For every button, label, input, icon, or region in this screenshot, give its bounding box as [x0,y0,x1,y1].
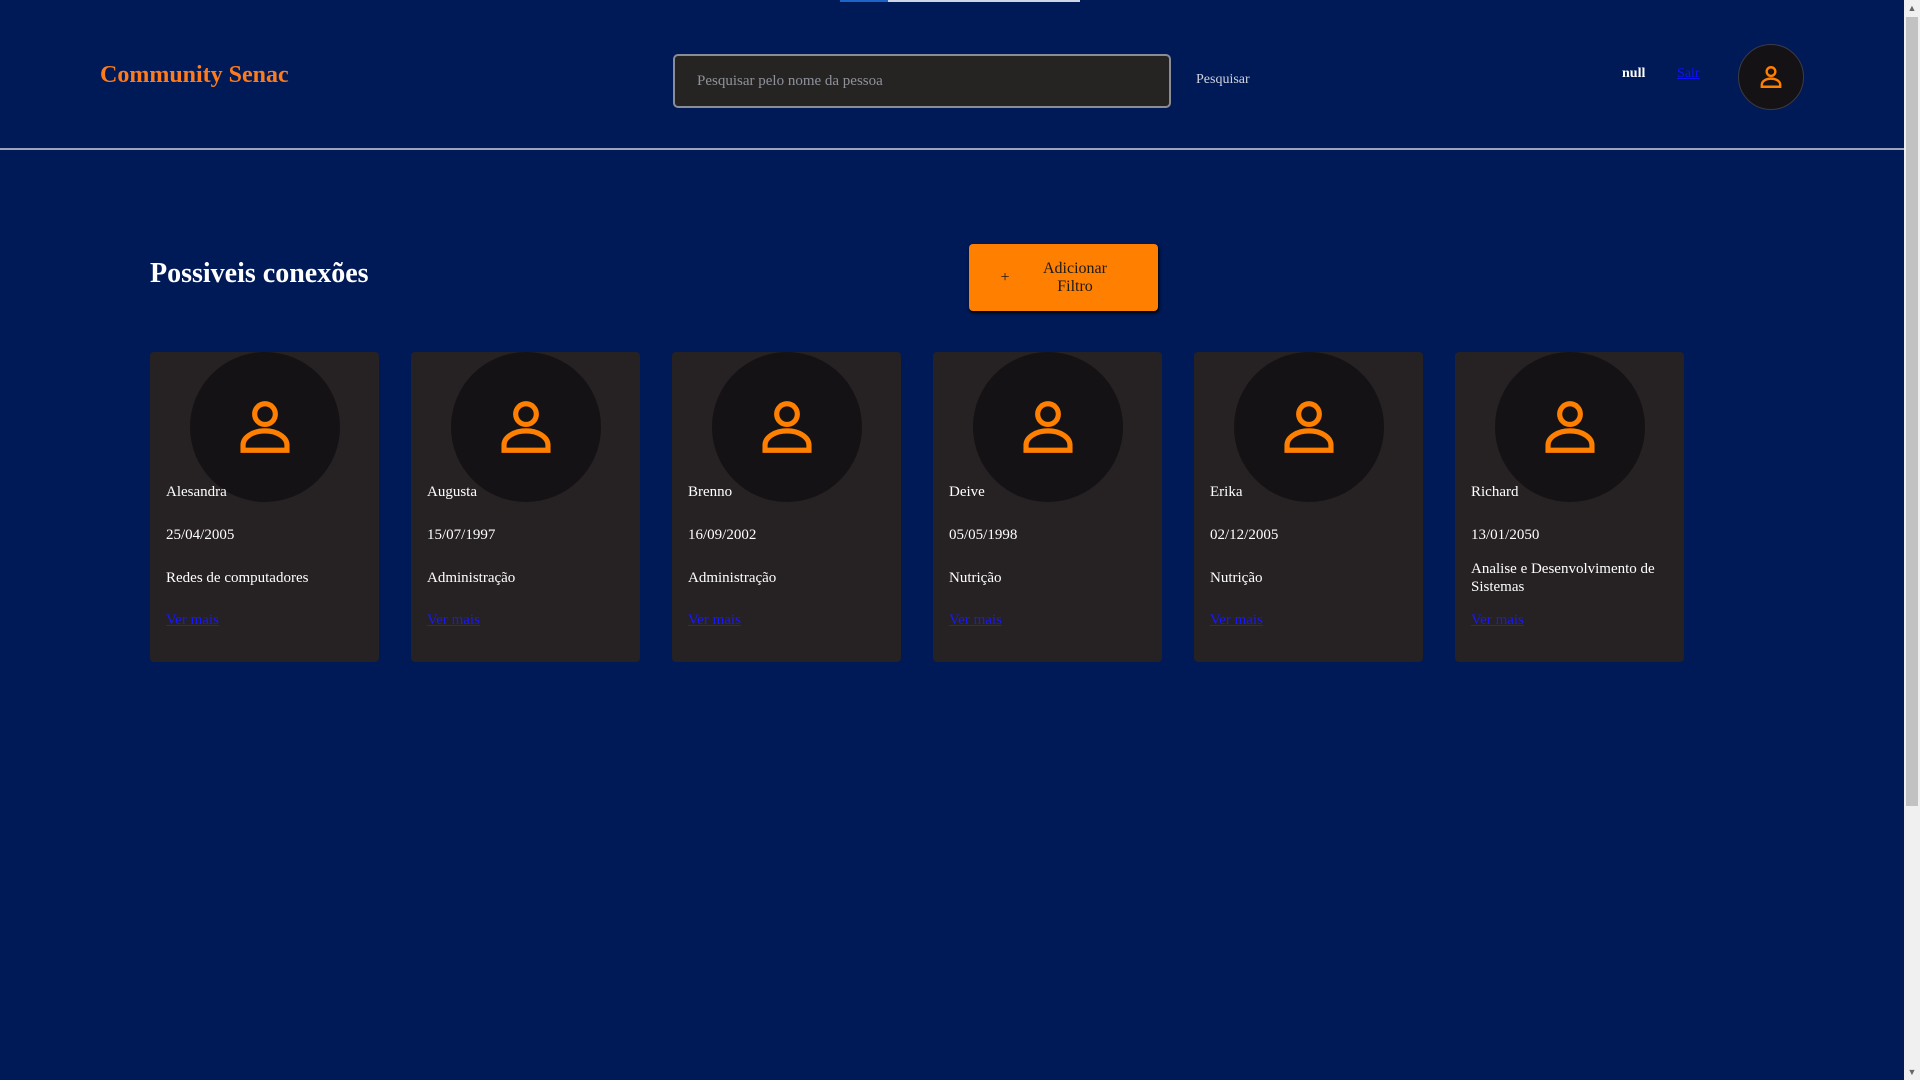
person-course: Analise e Desenvolvimento de Sistemas [1471,561,1655,595]
person-avatar [1234,352,1384,502]
person-name: Alesandra [166,484,227,500]
person-name: Augusta [427,484,477,500]
person-name: Deive [949,484,985,500]
see-more-link[interactable]: Ver mais [1210,612,1263,629]
user-icon [501,401,551,453]
vertical-scrollbar[interactable]: ▲ ▼ [1904,0,1920,1080]
person-course: Administração [427,570,516,586]
person-course: Redes de computadores [166,570,309,586]
person-course: Nutrição [1210,570,1263,586]
person-course: Administração [688,570,777,586]
user-icon [1023,401,1073,453]
see-more-link[interactable]: Ver mais [949,612,1002,629]
see-more-link[interactable]: Ver mais [166,612,219,629]
person-name: Richard [1471,484,1519,500]
scroll-down-arrow-icon[interactable]: ▼ [1904,1064,1920,1080]
person-card: Alesandra 25/04/2005 Redes de computador… [150,352,379,662]
person-card: Brenno 16/09/2002 Administração Ver mais [672,352,901,662]
search-button[interactable]: Pesquisar [1196,72,1250,88]
person-avatar [190,352,340,502]
person-avatar [973,352,1123,502]
user-icon [1760,66,1782,88]
user-icon [1545,401,1595,453]
person-birthdate: 13/01/2050 [1471,527,1540,543]
person-card: Deive 05/05/1998 Nutrição Ver mais [933,352,1162,662]
person-birthdate: 25/04/2005 [166,527,235,543]
top-navbar: Community Senac Pesquisar null Sair [0,0,1904,150]
see-more-link[interactable]: Ver mais [427,612,480,629]
user-icon [1284,401,1334,453]
person-avatar [1495,352,1645,502]
add-filter-button[interactable]: + Adicionar Filtro [969,244,1158,311]
person-card: Augusta 15/07/1997 Administração Ver mai… [411,352,640,662]
person-card: Richard 13/01/2050 Analise e Desenvolvim… [1455,352,1684,662]
profile-avatar-button[interactable] [1738,44,1804,110]
current-user-name: null [1622,66,1646,81]
person-name: Erika [1210,484,1243,500]
see-more-link[interactable]: Ver mais [688,612,741,629]
user-icon [762,401,812,453]
person-course: Nutrição [949,570,1002,586]
brand-logo[interactable]: Community Senac [100,62,289,89]
see-more-link[interactable]: Ver mais [1471,612,1524,629]
person-birthdate: 02/12/2005 [1210,527,1279,543]
page-title: Possiveis conexões [150,258,369,289]
person-name: Brenno [688,484,733,500]
person-birthdate: 16/09/2002 [688,527,757,543]
search-input[interactable] [673,54,1171,108]
logout-link[interactable]: Sair [1677,66,1700,82]
add-filter-label: Adicionar Filtro [1043,259,1107,295]
person-card: Erika 02/12/2005 Nutrição Ver mais [1194,352,1423,662]
scroll-up-arrow-icon[interactable]: ▲ [1904,0,1920,16]
person-avatar [451,352,601,502]
scrollbar-thumb[interactable] [1906,17,1918,806]
user-icon [240,401,290,453]
plus-icon: + [1000,268,1010,286]
person-avatar [712,352,862,502]
person-birthdate: 15/07/1997 [427,527,496,543]
person-birthdate: 05/05/1998 [949,527,1018,543]
